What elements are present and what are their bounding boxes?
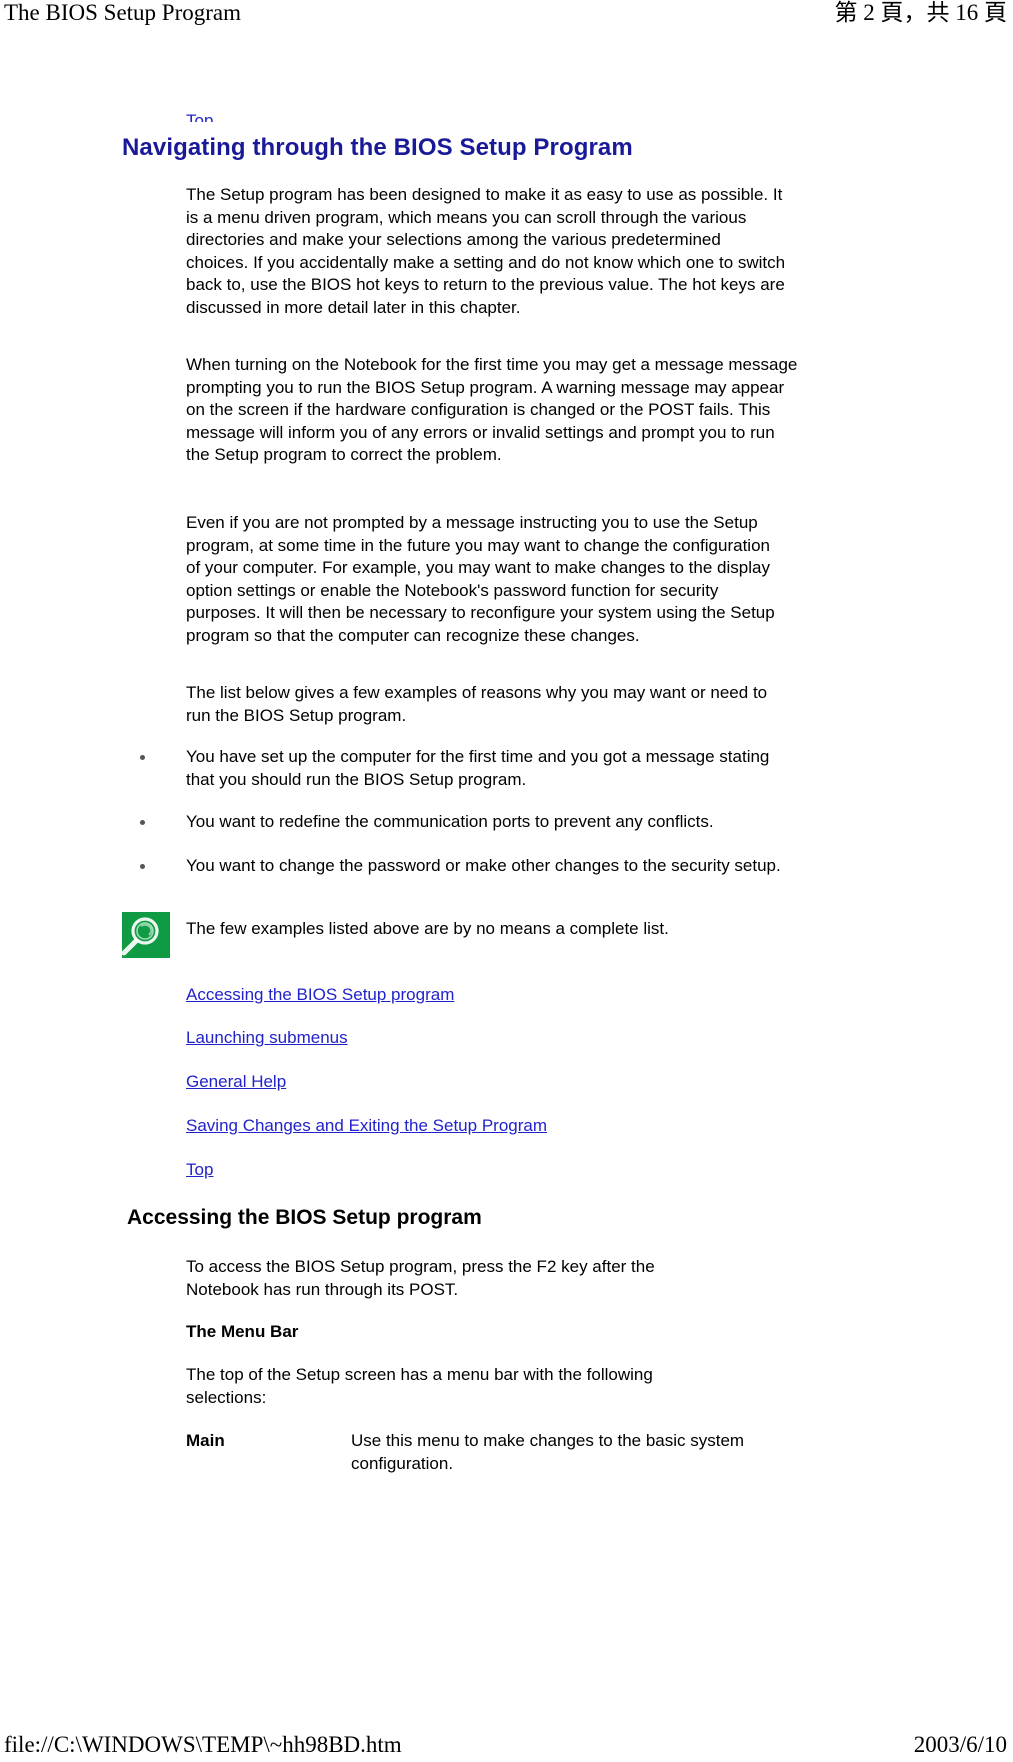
print-footer-date: 2003/6/10 <box>913 1732 1007 1757</box>
print-footer: file://C:\WINDOWS\TEMP\~hh98BD.htm 2003/… <box>0 1728 1013 1762</box>
link-accessing-the-bios-setup-program[interactable]: Accessing the BIOS Setup program <box>186 984 454 1006</box>
page-title: Navigating through the BIOS Setup Progra… <box>122 134 633 161</box>
print-header: The BIOS Setup Program 第 2 頁，共 16 頁 <box>0 0 1013 34</box>
magnifier-icon <box>122 912 170 958</box>
print-header-title: The BIOS Setup Program <box>4 0 242 25</box>
link-top[interactable]: Top <box>186 1159 213 1181</box>
bullet-text: You have set up the computer for the fir… <box>186 747 770 789</box>
intro-paragraph-1: The Setup program has been designed to m… <box>186 185 786 317</box>
link-general-help[interactable]: General Help <box>186 1071 286 1093</box>
note-text: The few examples listed above are by no … <box>186 919 669 938</box>
bullet-icon <box>140 820 145 825</box>
print-header-page-count: 第 2 頁，共 16 頁 <box>834 0 1008 25</box>
intro-paragraph-4: The list below gives a few examples of r… <box>186 683 768 725</box>
definition-term: Main <box>186 1431 225 1450</box>
intro-paragraph-3: Even if you are not prompted by a messag… <box>186 513 775 645</box>
clipped-top-anchor: Top <box>186 110 213 122</box>
menu-bar-paragraph: The top of the Setup screen has a menu b… <box>186 1365 653 1407</box>
link-launching-submenus[interactable]: Launching submenus <box>186 1027 348 1049</box>
bullet-icon <box>140 864 145 869</box>
intro-paragraph-2: When turning on the Notebook for the fir… <box>186 355 798 465</box>
bullet-icon <box>140 755 145 760</box>
bullet-text: You want to change the password or make … <box>186 856 781 875</box>
link-saving-changes-and-exiting[interactable]: Saving Changes and Exiting the Setup Pro… <box>186 1115 547 1137</box>
top-link-clipped[interactable]: Top <box>186 111 213 122</box>
print-footer-file-path: file://C:\WINDOWS\TEMP\~hh98BD.htm <box>4 1732 402 1757</box>
sub-heading-menu-bar: The Menu Bar <box>186 1322 299 1341</box>
accessing-paragraph: To access the BIOS Setup program, press … <box>186 1257 655 1299</box>
bullet-text: You want to redefine the communication p… <box>186 812 714 831</box>
definition-description: Use this menu to make changes to the bas… <box>351 1431 745 1473</box>
section-heading-accessing: Accessing the BIOS Setup program <box>127 1206 482 1229</box>
